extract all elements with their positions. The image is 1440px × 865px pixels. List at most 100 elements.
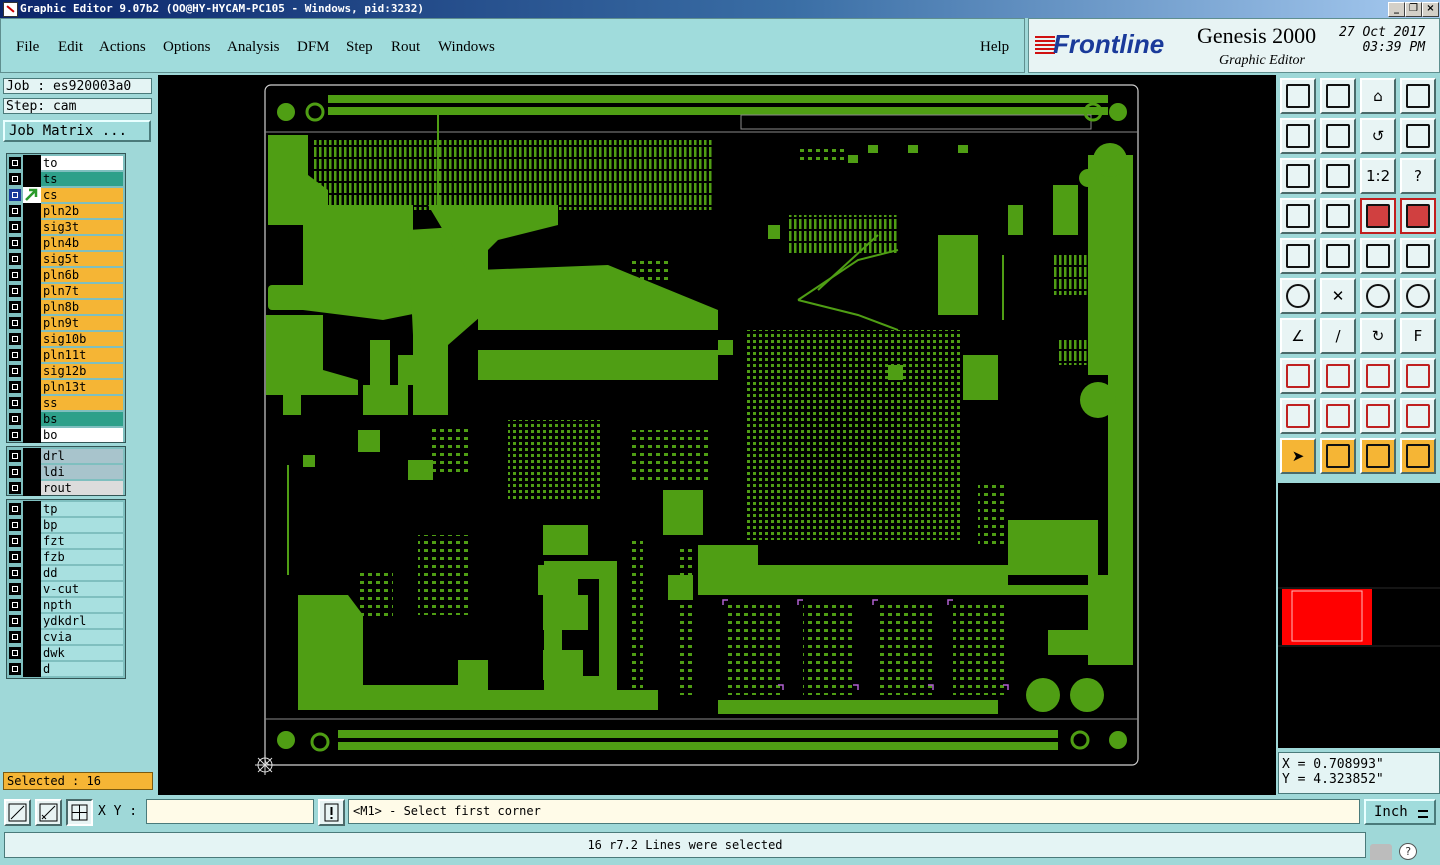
layer-affected-toggle[interactable] (23, 581, 41, 597)
layer-affected-toggle[interactable] (23, 549, 41, 565)
menu-analysis[interactable]: Analysis (227, 39, 280, 56)
graphic-canvas[interactable] (158, 75, 1276, 795)
layer-checkbox[interactable] (9, 349, 21, 361)
layer-row-dd[interactable]: dd (7, 565, 125, 581)
help-query-button[interactable]: ? (1400, 158, 1436, 194)
layer-checkbox[interactable] (9, 583, 21, 595)
layer-name[interactable]: tp (41, 502, 123, 516)
layer-affected-toggle[interactable] (23, 187, 41, 203)
angle-button[interactable]: ∠ (1280, 318, 1316, 354)
snap-compare-button[interactable] (1400, 198, 1436, 234)
layer-row-fzt[interactable]: fzt (7, 533, 125, 549)
pad-line-button[interactable] (1400, 278, 1436, 314)
layer-affected-toggle[interactable] (23, 331, 41, 347)
layer-affected-toggle[interactable] (23, 251, 41, 267)
select-cursor-button[interactable] (1360, 438, 1396, 474)
layer-affected-toggle[interactable] (23, 155, 41, 171)
layer-row-to[interactable]: to (7, 155, 125, 171)
layer-affected-toggle[interactable] (23, 517, 41, 533)
layer-name[interactable]: rout (41, 481, 123, 495)
layer-row-tp[interactable]: tp (7, 501, 125, 517)
layer-row-sig5t[interactable]: sig5t (7, 251, 125, 267)
layer-affected-toggle[interactable] (23, 448, 41, 464)
pointer-button[interactable]: ➤ (1280, 438, 1316, 474)
layer-checkbox[interactable] (9, 317, 21, 329)
scale-1-2-button[interactable]: 1:2 (1360, 158, 1396, 194)
layer-name[interactable]: dwk (41, 646, 123, 660)
layer-affected-toggle[interactable] (23, 235, 41, 251)
layer-affected-toggle[interactable] (23, 379, 41, 395)
zoom-out-button[interactable] (1320, 78, 1356, 114)
layer-row-pln6b[interactable]: pln6b (7, 267, 125, 283)
move-right-button[interactable] (1320, 118, 1356, 154)
layer-name[interactable]: cvia (41, 630, 123, 644)
layer-name[interactable]: to (41, 156, 123, 170)
layer-name[interactable]: pln11t (41, 348, 123, 362)
center-button[interactable] (1320, 158, 1356, 194)
layer-row-pln8b[interactable]: pln8b (7, 299, 125, 315)
layer-affected-toggle[interactable] (23, 565, 41, 581)
layer-name[interactable]: ts (41, 172, 123, 186)
units-select[interactable]: Inch (1364, 799, 1436, 825)
restore-button[interactable]: ❐ (1405, 2, 1422, 17)
layer-row-fzb[interactable]: fzb (7, 549, 125, 565)
layer-row-bs[interactable]: bs (7, 411, 125, 427)
layer-name[interactable]: pln2b (41, 204, 123, 218)
move-left-button[interactable] (1280, 118, 1316, 154)
pcb-drawing[interactable] (158, 75, 1276, 795)
layer-affected-toggle[interactable] (23, 299, 41, 315)
home-button[interactable]: ⌂ (1360, 78, 1396, 114)
layer-checkbox[interactable] (9, 615, 21, 627)
alert-button[interactable] (318, 799, 345, 826)
layer-checkbox[interactable] (9, 429, 21, 441)
layer-row-bo[interactable]: bo (7, 427, 125, 443)
layer-checkbox[interactable] (9, 503, 21, 515)
menu-step[interactable]: Step (346, 39, 373, 56)
layer-name[interactable]: v-cut (41, 582, 123, 596)
layer-checkbox[interactable] (9, 269, 21, 281)
layer-name[interactable]: pln6b (41, 268, 123, 282)
layer-checkbox[interactable] (9, 599, 21, 611)
layer-affected-toggle[interactable] (23, 661, 41, 677)
layer-name[interactable]: fzb (41, 550, 123, 564)
layer-name[interactable]: drl (41, 449, 123, 463)
fit-all-button[interactable] (1280, 158, 1316, 194)
layer-checkbox[interactable] (9, 285, 21, 297)
select-pad-button[interactable] (1280, 358, 1316, 394)
layer-affected-toggle[interactable] (23, 480, 41, 496)
layer-row-sig3t[interactable]: sig3t (7, 219, 125, 235)
layer-row-cvia[interactable]: cvia (7, 629, 125, 645)
grid-button[interactable] (1320, 198, 1356, 234)
menu-help[interactable]: Help (980, 39, 1009, 56)
layer-checkbox[interactable] (9, 381, 21, 393)
layer-name[interactable]: d (41, 662, 123, 676)
menu-edit[interactable]: Edit (58, 39, 83, 56)
measure-button[interactable] (1360, 358, 1396, 394)
layer-checkbox[interactable] (9, 205, 21, 217)
cross-button[interactable]: ✕ (1320, 278, 1356, 314)
layer-name[interactable]: ldi (41, 465, 123, 479)
menu-file[interactable]: File (16, 39, 39, 56)
layer-affected-toggle[interactable] (23, 533, 41, 549)
zoom-home-button[interactable] (1280, 78, 1316, 114)
minimize-button[interactable]: _ (1388, 2, 1405, 17)
layer-checkbox[interactable] (9, 397, 21, 409)
printer-icon[interactable] (1370, 844, 1392, 860)
layer-name[interactable]: sig3t (41, 220, 123, 234)
layer-row-ts[interactable]: ts (7, 171, 125, 187)
menu-windows[interactable]: Windows (438, 39, 495, 56)
layer-name[interactable]: pln8b (41, 300, 123, 314)
layer-row-ss[interactable]: ss (7, 395, 125, 411)
layer-affected-toggle[interactable] (23, 613, 41, 629)
layer-row-pln7t[interactable]: pln7t (7, 283, 125, 299)
menu-dfm[interactable]: DFM (297, 39, 330, 56)
arc-button[interactable]: ↻ (1360, 318, 1396, 354)
layer-affected-toggle[interactable] (23, 427, 41, 443)
layer-affected-toggle[interactable] (23, 464, 41, 480)
tool-settings-button[interactable] (1280, 198, 1316, 234)
layer-checkbox[interactable] (9, 237, 21, 249)
layer-affected-toggle[interactable] (23, 411, 41, 427)
layer-compare-button[interactable] (1360, 198, 1396, 234)
layer-row-d[interactable]: d (7, 661, 125, 677)
overview-preview[interactable] (1278, 483, 1440, 748)
